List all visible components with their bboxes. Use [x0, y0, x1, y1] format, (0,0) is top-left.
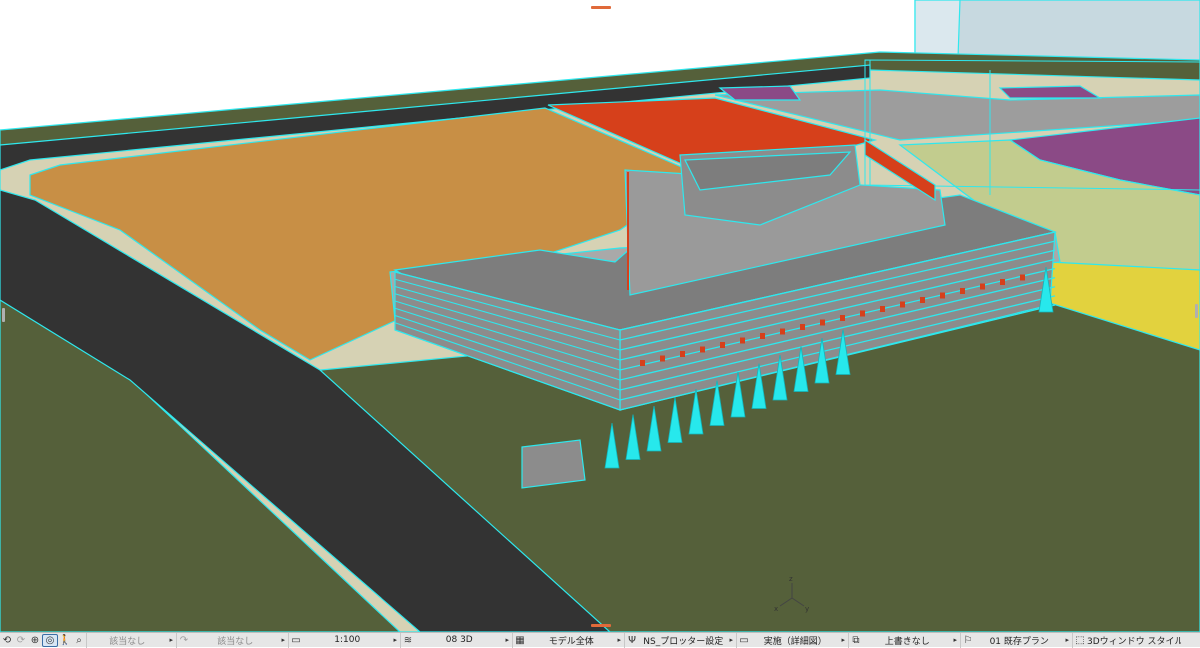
window-accent [940, 292, 945, 299]
background-tower-face [914, 0, 961, 59]
renovation-filter-value: 01 既存プラン [989, 636, 1049, 647]
window-accent [800, 324, 805, 330]
chevron-right-icon: ▸ [729, 636, 733, 644]
ruler-icon: ▭ [291, 634, 301, 646]
layers-icon: ≋ [403, 634, 413, 646]
model-view-field[interactable]: ▦ モデル全体 ▸ [512, 632, 624, 648]
window-accent [760, 333, 765, 339]
renovation-icon: ⚐ [963, 634, 973, 646]
window-accent [860, 310, 865, 317]
window-accent [880, 306, 885, 312]
chevron-right-icon: ▸ [1065, 636, 1069, 644]
axis-z-label: z [789, 575, 793, 583]
dimension-icon: ▭ [739, 634, 749, 646]
window-accent [900, 301, 905, 308]
override-field[interactable]: ⧉ 上書きなし ▸ [848, 632, 960, 648]
top-pan-handle[interactable] [591, 6, 611, 9]
axis-x-label: x [774, 605, 778, 613]
bottom-pan-handle[interactable] [591, 624, 611, 627]
zoom-icon[interactable]: ⊕ [28, 634, 42, 647]
selection-field-2[interactable]: ↷ 該当なし ▸ [176, 632, 288, 648]
scale-value: 1:100 [334, 635, 361, 645]
window-accent [640, 360, 645, 366]
window-accent [1020, 274, 1025, 281]
window-accent [660, 355, 665, 362]
pen-set-value: NS_プロッター設定 [643, 636, 724, 647]
window-accent [1000, 279, 1005, 285]
renovation-filter-field[interactable]: ⚐ 01 既存プラン ▸ [960, 632, 1072, 648]
chevron-right-icon: ▸ [169, 636, 173, 644]
redo-view-icon[interactable]: ⟳ [14, 634, 28, 647]
window-accent [780, 328, 785, 335]
window-style-field[interactable]: ⬚ 3Dウィンドウ スタイル [1072, 632, 1181, 648]
undo-view-icon[interactable]: ⟲ [0, 634, 14, 647]
chevron-right-icon: ▸ [393, 636, 397, 644]
selection-field-1-label: 該当なし [109, 636, 146, 647]
chevron-right-icon: ▸ [953, 636, 957, 644]
window-accent [740, 337, 745, 344]
scale-field[interactable]: ▭ 1:100 ▸ [288, 632, 400, 648]
orbit-icon[interactable]: ◎ [42, 633, 58, 647]
window-style-value: 3Dウィンドウ スタイル [1087, 636, 1181, 647]
override-value: 上書きなし [884, 636, 930, 647]
chevron-right-icon: ▸ [617, 636, 621, 644]
window-accent [960, 288, 965, 294]
model-view-value: モデル全体 [548, 636, 594, 647]
walk-icon[interactable]: 🚶 [58, 634, 72, 647]
cube-icon: ⬚ [1075, 634, 1085, 646]
chevron-right-icon: ▸ [281, 636, 285, 644]
dimension-style-field[interactable]: ▭ 実施（詳細図） ▸ [736, 632, 848, 648]
chevron-right-icon: ▸ [505, 636, 509, 644]
axis-y-label: y [805, 605, 809, 613]
window-accent [840, 315, 845, 321]
window-accent [920, 297, 925, 303]
annex-building [521, 439, 586, 489]
selection-field-2-label: 該当なし [217, 636, 254, 647]
chevron-right-icon: ▸ [841, 636, 845, 644]
pen-icon: Ψ [628, 634, 636, 646]
find-icon[interactable]: ⌕ [72, 634, 86, 647]
window-accent [820, 319, 825, 326]
override-icon: ⧉ [852, 634, 860, 646]
layer-combination-field[interactable]: ≋ 08 3D ▸ [400, 632, 512, 648]
layer-combination-value: 08 3D [445, 635, 473, 645]
window-accent [680, 351, 685, 357]
dimension-style-value: 実施（詳細図） [763, 636, 827, 647]
3d-viewport[interactable]: z x y [0, 0, 1200, 632]
link-icon: ↷ [179, 634, 189, 646]
3d-model-canvas: z x y [0, 0, 1200, 632]
pen-set-field[interactable]: Ψ NS_プロッター設定 ▸ [624, 632, 736, 648]
status-bar: ⟲ ⟳ ⊕ ◎ 🚶 ⌕ 該当なし ▸ ↷ 該当なし ▸ ▭ 1:100 ▸ ≋ … [0, 632, 1200, 648]
left-pan-handle[interactable] [2, 308, 5, 322]
right-pan-handle[interactable] [1195, 304, 1198, 318]
model-view-icon: ▦ [515, 634, 525, 646]
lot-purple-small [718, 85, 802, 101]
window-accent [700, 346, 705, 353]
window-accent [720, 342, 725, 348]
selection-field-1[interactable]: 該当なし ▸ [86, 632, 176, 648]
window-accent [980, 283, 985, 290]
